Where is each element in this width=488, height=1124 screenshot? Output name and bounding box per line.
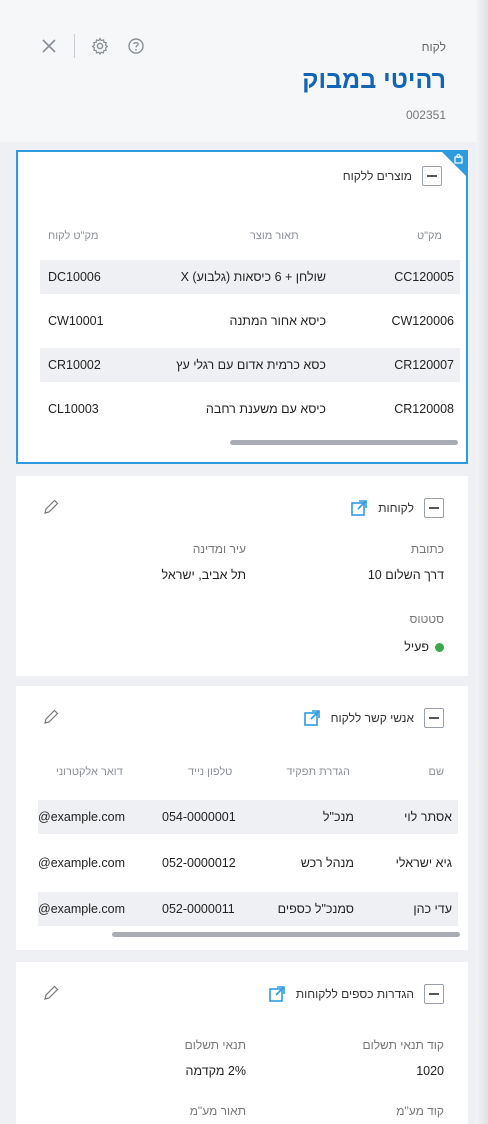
record-id: 002351 [405, 108, 446, 122]
cell-customer-sku: DC10006 [48, 270, 101, 284]
cell-customer-sku: CR10002 [48, 358, 101, 372]
edit-icon[interactable] [42, 498, 60, 516]
address-label: כתובת [410, 542, 444, 556]
customers-card-header: לקוחות [350, 498, 444, 518]
external-link-icon[interactable] [303, 709, 321, 727]
products-card[interactable]: מוצרים ללקוח מק"ט תאור מוצר מק"ט לקוח CC… [16, 150, 468, 464]
payment-code-value: 1020 [416, 1064, 444, 1078]
help-icon[interactable] [125, 35, 147, 57]
products-card-header: מוצרים ללקוח [343, 166, 442, 186]
toolbar-divider [74, 34, 75, 58]
status-value: פעיל [404, 640, 429, 654]
cell-name: עדי כהן [413, 902, 452, 916]
city-label: עיר ומדינה [192, 542, 246, 556]
cell-phone: 052-0000011 [162, 902, 235, 916]
cell-description: כיסא עם משענת רחבה [205, 402, 326, 416]
status-label: סטטוס [409, 612, 444, 626]
column-header-sku: מק"ט [416, 230, 442, 242]
gear-icon[interactable] [89, 35, 111, 57]
card-title: לקוחות [378, 501, 414, 515]
city-value: תל אביב, ישראל [161, 568, 247, 582]
column-header-customer-sku: מק"ט לקוח [48, 230, 99, 242]
cell-phone: 054-0000001 [162, 810, 236, 824]
table-row[interactable]: גיא ישראלי מנהל רכש 052-0000012 @example… [38, 846, 458, 880]
cell-role: סמנכ"ל כספים [277, 902, 354, 916]
table-row[interactable]: CR120008 כיסא עם משענת רחבה CL10003 [40, 392, 460, 426]
column-header-description: תאור מוצר [250, 230, 299, 242]
external-link-icon[interactable] [268, 985, 286, 1003]
contacts-card: אנשי קשר ללקוח שם הגדרת תפקיד טלפון נייד… [16, 686, 468, 950]
cell-description: כיסא אחור המתנה [229, 314, 326, 328]
cell-email: @example.com [38, 810, 126, 824]
cell-description: שולחן + 6 כיסאות (גלבוע) X [180, 270, 326, 284]
status-badge: פעיל [404, 640, 444, 654]
record-header: לקוח רהיטי במבוק 002351 [0, 0, 476, 142]
collapse-button[interactable] [424, 498, 444, 518]
cell-sku: CR120007 [394, 358, 454, 372]
close-icon[interactable] [38, 35, 60, 57]
table-row[interactable]: CW120006 כיסא אחור המתנה CW10001 [40, 304, 460, 338]
table-row[interactable]: CC120005 שולחן + 6 כיסאות (גלבוע) X DC10… [40, 260, 460, 294]
table-row[interactable]: אסתר לוי מנכ"ל 054-0000001 @example.com [38, 800, 458, 834]
cell-email: @example.com [38, 856, 126, 870]
payment-code-label: קוד תנאי תשלום [362, 1038, 444, 1052]
cell-customer-sku: CW10001 [48, 314, 104, 328]
address-value: דרך השלום 10 [367, 568, 444, 582]
collapse-button[interactable] [424, 708, 444, 728]
cell-phone: 052-0000012 [162, 856, 236, 870]
cell-sku: CR120008 [394, 402, 454, 416]
payment-terms-value: 2% מקדמה [185, 1064, 246, 1078]
page-title: רהיטי במבוק [302, 66, 446, 94]
column-header-role: הגדרת תפקיד [286, 766, 350, 778]
column-header-email: דואר אלקטרוני [56, 766, 123, 778]
cell-email: @example.com [38, 902, 126, 916]
cell-name: גיא ישראלי [395, 856, 452, 870]
cell-role: מנכ"ל [322, 810, 354, 824]
payment-terms-label: תנאי תשלום [184, 1038, 246, 1052]
record-type-label: לקוח [421, 40, 446, 54]
card-title: מוצרים ללקוח [342, 169, 412, 183]
edit-icon[interactable] [42, 708, 60, 726]
edit-icon[interactable] [42, 984, 60, 1002]
column-header-name: שם [428, 766, 445, 778]
horizontal-scrollbar[interactable] [112, 932, 460, 937]
contacts-card-header: אנשי קשר ללקוח [303, 708, 444, 728]
finance-card: הגדרות כספים ללקוחות קוד תנאי תשלום 1020… [16, 962, 468, 1124]
column-header-mobile: טלפון נייד [188, 766, 233, 778]
collapse-button[interactable] [424, 984, 444, 1004]
cell-description: כסא כרמית אדום עם רגלי עץ [176, 358, 326, 372]
external-link-icon[interactable] [350, 499, 368, 517]
finance-card-header: הגדרות כספים ללקוחות [268, 984, 444, 1004]
customers-card: לקוחות כתובת דרך השלום 10 עיר ומדינה תל … [16, 476, 468, 676]
vat-description-label: תאור מע"מ [189, 1104, 246, 1118]
horizontal-scrollbar[interactable] [230, 440, 458, 445]
puzzle-icon [454, 153, 463, 164]
cell-customer-sku: CL10003 [48, 402, 99, 416]
table-row[interactable]: CR120007 כסא כרמית אדום עם רגלי עץ CR100… [40, 348, 460, 382]
table-row[interactable]: עדי כהן סמנכ"ל כספים 052-0000011 @exampl… [38, 892, 458, 926]
panel-edge [476, 0, 488, 1124]
card-title: אנשי קשר ללקוח [330, 711, 414, 725]
header-toolbar [38, 34, 147, 58]
record-panel: לקוח רהיטי במבוק 002351 מוצרים ללקוח מק"… [0, 0, 488, 1124]
status-dot [435, 643, 444, 653]
cell-role: מנהל רכש [300, 856, 354, 870]
cell-name: אסתר לוי [404, 810, 452, 824]
cell-sku: CW120006 [391, 314, 454, 328]
vat-code-label: קוד מע"מ [396, 1104, 444, 1118]
cell-sku: CC120005 [394, 270, 454, 284]
card-title: הגדרות כספים ללקוחות [295, 987, 414, 1001]
collapse-button[interactable] [422, 166, 442, 186]
